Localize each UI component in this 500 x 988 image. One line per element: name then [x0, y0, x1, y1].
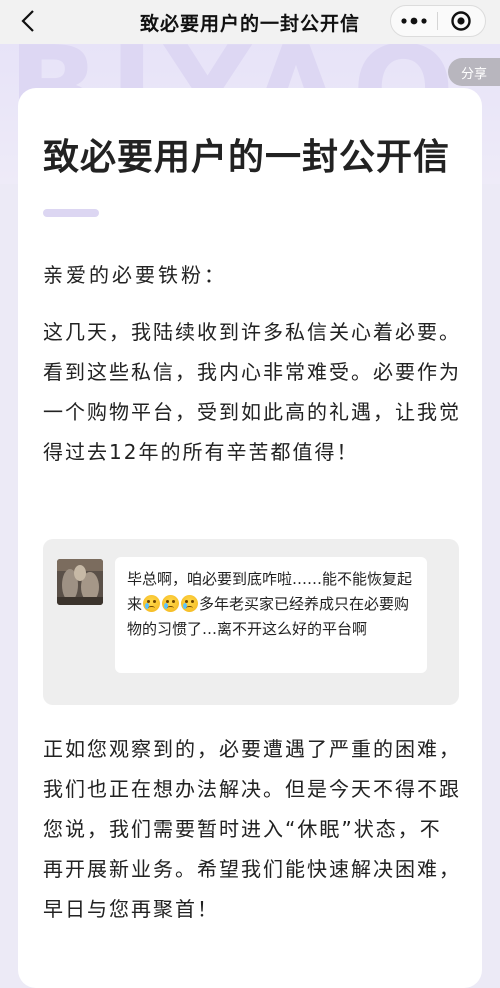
mini-program-capsule — [390, 5, 486, 37]
nav-title: 致必要用户的一封公开信 — [139, 12, 360, 35]
paragraph-1: 这几天，我陆续收到许多私信关心着必要。看到这些私信，我内心非常难受。必要作为一个… — [43, 320, 461, 464]
crying-face-icon — [162, 595, 180, 612]
message-bubble: 毕总啊，咱必要到底咋啦……能不能恢复起来 多年老买家已经养成只在必要购物的习惯了…… — [115, 557, 427, 673]
top-nav-bar: 致必要用户的一封公开信 — [0, 0, 500, 45]
target-close-icon — [451, 11, 471, 31]
article-title: 致必要用户的一封公开信 — [43, 137, 451, 178]
article-card: 致必要用户的一封公开信 亲爱的必要铁粉： 这几天，我陆续收到许多私信关心着必要。… — [18, 88, 482, 988]
share-button[interactable]: 分享 — [448, 58, 500, 86]
more-dots-icon — [401, 17, 427, 25]
avatar — [57, 559, 103, 605]
paragraph-2: 正如您观察到的，必要遭遇了严重的困难，我们也正在想办法解决。但是今天不得不跟您说… — [43, 737, 461, 921]
close-button[interactable] — [438, 6, 484, 36]
user-message-quote: 毕总啊，咱必要到底咋啦……能不能恢复起来 多年老买家已经养成只在必要购物的习惯了…… — [43, 539, 459, 705]
more-button[interactable] — [391, 6, 437, 36]
title-accent-bar — [43, 209, 99, 217]
greeting: 亲爱的必要铁粉： — [43, 263, 227, 287]
crying-face-icon — [143, 595, 161, 612]
chevron-left-icon — [21, 10, 34, 32]
back-button[interactable] — [14, 6, 42, 36]
crying-face-icon — [181, 595, 199, 612]
